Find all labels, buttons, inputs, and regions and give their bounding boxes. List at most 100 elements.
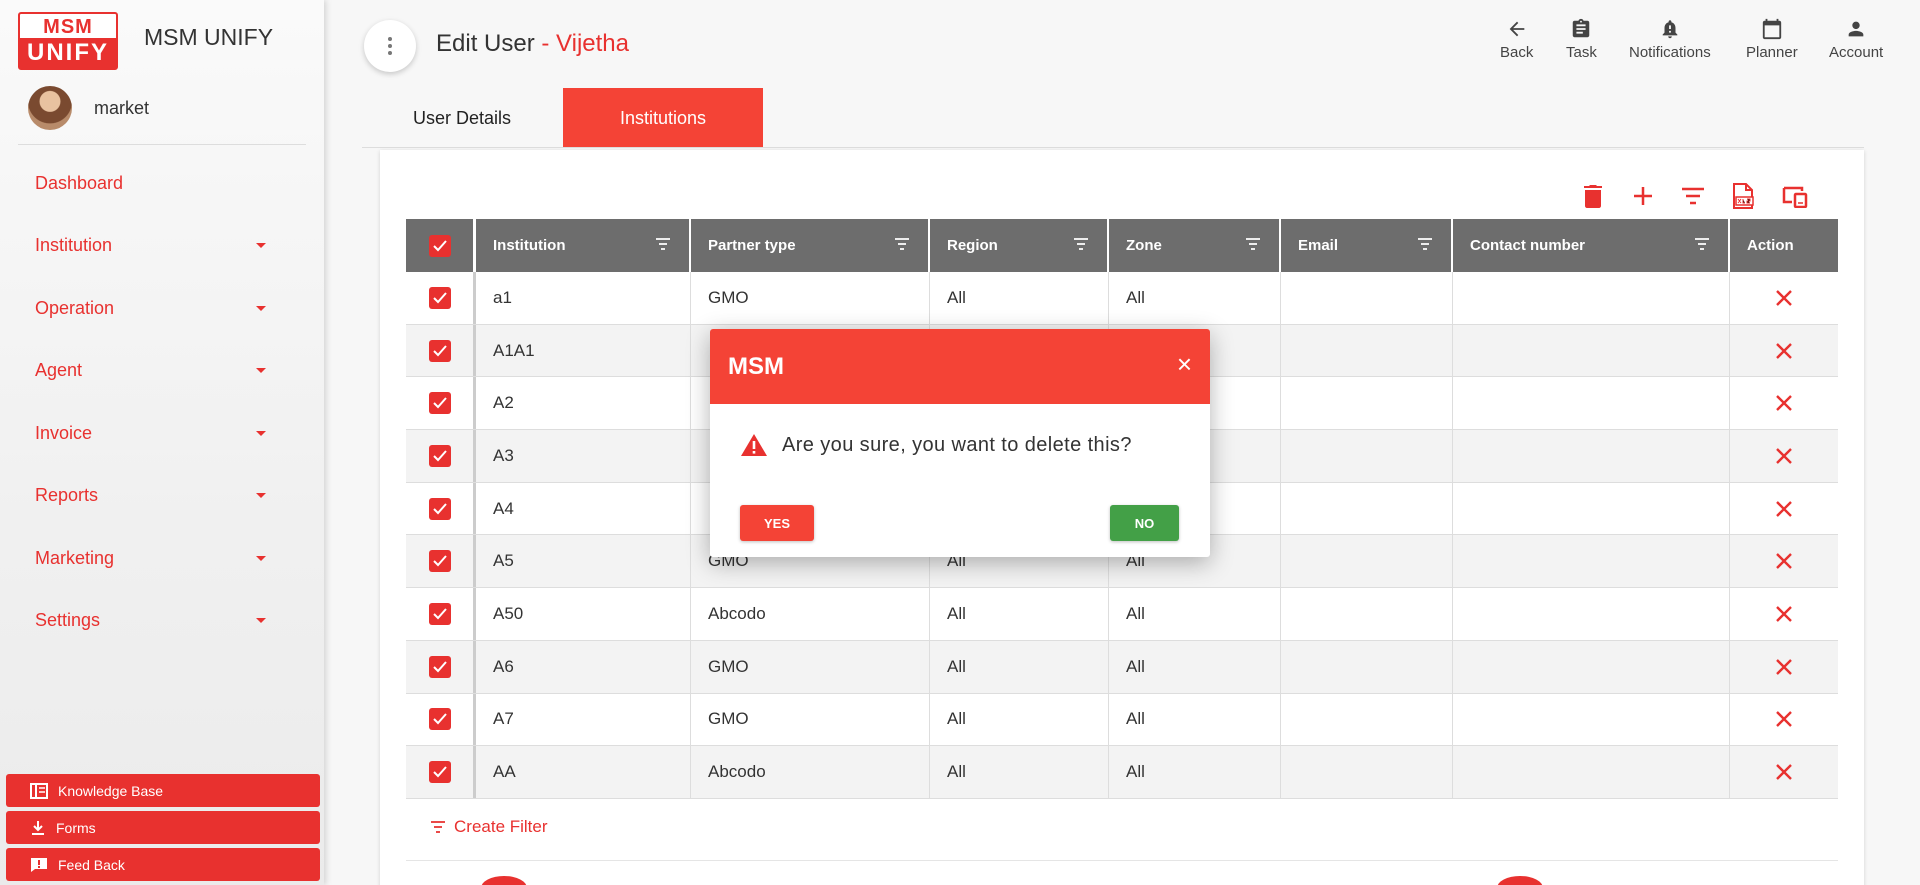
delete-row-icon[interactable] [1775, 763, 1793, 781]
row-checkbox[interactable] [428, 392, 451, 415]
page-title-user: Vijetha [556, 30, 629, 57]
select-all-checkbox[interactable] [428, 234, 451, 257]
page-title-prefix: Edit User [436, 30, 535, 57]
row-checkbox[interactable] [428, 655, 451, 678]
yes-button[interactable]: YES [740, 505, 814, 541]
row-action-cell [1730, 325, 1838, 377]
cell-contact-number [1453, 535, 1730, 588]
column-settings-button[interactable] [1778, 180, 1810, 212]
column-filter-icon[interactable] [894, 237, 910, 251]
sidebar-item-agent[interactable]: Agent [18, 340, 306, 403]
create-filter-button[interactable]: Create Filter [430, 817, 548, 837]
column-header-institution[interactable]: Institution [476, 219, 691, 272]
row-checkbox[interactable] [428, 339, 451, 362]
tab-institutions[interactable]: Institutions [563, 88, 763, 148]
planner-button[interactable]: Planner [1746, 18, 1798, 61]
task-button[interactable]: Task [1566, 18, 1597, 61]
row-checkbox[interactable] [428, 497, 451, 520]
table-row[interactable]: a1 GMO All All [406, 272, 1838, 325]
delete-button[interactable] [1577, 180, 1609, 212]
cell-region: All [930, 640, 1109, 693]
sidebar-item-invoice[interactable]: Invoice [18, 402, 306, 465]
cell-email [1281, 535, 1453, 588]
back-button[interactable]: Back [1500, 18, 1533, 61]
row-checkbox[interactable] [428, 602, 451, 625]
row-select-cell [406, 430, 476, 482]
delete-row-icon[interactable] [1775, 447, 1793, 465]
delete-row-icon[interactable] [1775, 605, 1793, 623]
column-header-zone[interactable]: Zone [1109, 219, 1281, 272]
brand-logo-top: MSM [43, 16, 93, 38]
column-header-label: Action [1747, 237, 1794, 254]
column-filter-icon[interactable] [1694, 237, 1710, 251]
column-filter-icon[interactable] [1417, 237, 1433, 251]
cell-email [1281, 588, 1453, 640]
delete-row-icon[interactable] [1775, 500, 1793, 518]
column-header-region[interactable]: Region [930, 219, 1109, 272]
brand-logo[interactable]: MSM UNIFY [18, 12, 118, 70]
column-filter-icon[interactable] [1073, 237, 1089, 251]
check-icon [432, 502, 447, 515]
column-filter-icon[interactable] [655, 237, 671, 251]
dialog-message-text: Are you sure, you want to delete this? [782, 433, 1132, 456]
feedback-label: Feed Back [58, 856, 125, 873]
sidebar-item-dashboard[interactable]: Dashboard [18, 152, 306, 215]
sidebar-item-operation[interactable]: Operation [18, 277, 306, 340]
delete-row-icon[interactable] [1775, 342, 1793, 360]
user-profile[interactable]: market [28, 86, 149, 130]
column-filter-icon[interactable] [1245, 237, 1261, 251]
table-row[interactable]: A7 GMO All All [406, 693, 1838, 747]
column-header-contact-number[interactable]: Contact number [1453, 219, 1730, 272]
knowledge-base-button[interactable]: Knowledge Base [6, 774, 320, 807]
delete-row-icon[interactable] [1775, 552, 1793, 570]
sidebar-item-label: Dashboard [35, 172, 124, 193]
forms-button[interactable]: Forms [6, 811, 320, 844]
row-checkbox[interactable] [428, 550, 451, 573]
warning-icon [741, 434, 767, 456]
delete-row-icon[interactable] [1775, 394, 1793, 412]
cell-zone: All [1109, 746, 1281, 798]
cell-contact-number [1453, 693, 1730, 746]
task-label: Task [1566, 44, 1597, 61]
delete-row-icon[interactable] [1775, 289, 1793, 307]
check-icon [432, 450, 447, 462]
row-action-cell [1730, 377, 1838, 429]
plus-icon [1634, 187, 1652, 205]
row-checkbox[interactable] [428, 444, 451, 467]
cell-zone: All [1109, 693, 1281, 746]
column-header-email[interactable]: Email [1281, 219, 1453, 272]
table-row[interactable]: A50 Abcodo All All [406, 588, 1838, 641]
filter-icon [431, 821, 445, 833]
person-icon [1848, 21, 1864, 37]
notifications-button[interactable]: Notifications [1629, 18, 1711, 61]
caret-down-icon [256, 243, 266, 249]
feedback-button[interactable]: Feed Back [6, 848, 320, 881]
check-icon [432, 660, 447, 673]
trash-icon [1584, 185, 1602, 208]
close-icon[interactable]: × [1177, 351, 1192, 377]
sidebar-item-settings[interactable]: Settings [18, 590, 306, 653]
menu-button[interactable] [364, 20, 416, 72]
sidebar-item-marketing[interactable]: Marketing [18, 527, 306, 590]
cell-region: All [930, 746, 1109, 798]
table-row[interactable]: A6 GMO All All [406, 640, 1838, 694]
column-header-partner-type[interactable]: Partner type [691, 219, 930, 272]
row-checkbox[interactable] [428, 708, 451, 731]
filter-button[interactable] [1677, 180, 1709, 212]
export-xls-button[interactable] [1727, 180, 1759, 212]
tab-user-details[interactable]: User Details [384, 88, 540, 148]
column-header-label: Region [947, 237, 998, 254]
sidebar-item-reports[interactable]: Reports [18, 465, 306, 528]
notifications-label: Notifications [1629, 44, 1711, 61]
row-checkbox[interactable] [428, 761, 451, 784]
delete-row-icon[interactable] [1775, 658, 1793, 676]
no-button[interactable]: NO [1110, 505, 1179, 541]
cell-institution: A7 [476, 693, 691, 746]
clipboard-icon [1573, 18, 1590, 38]
sidebar-item-institution[interactable]: Institution [18, 215, 306, 278]
add-button[interactable] [1627, 180, 1659, 212]
table-row[interactable]: AA Abcodo All All [406, 746, 1838, 799]
delete-row-icon[interactable] [1775, 710, 1793, 728]
account-button[interactable]: Account [1829, 18, 1883, 61]
row-checkbox[interactable] [428, 286, 451, 309]
